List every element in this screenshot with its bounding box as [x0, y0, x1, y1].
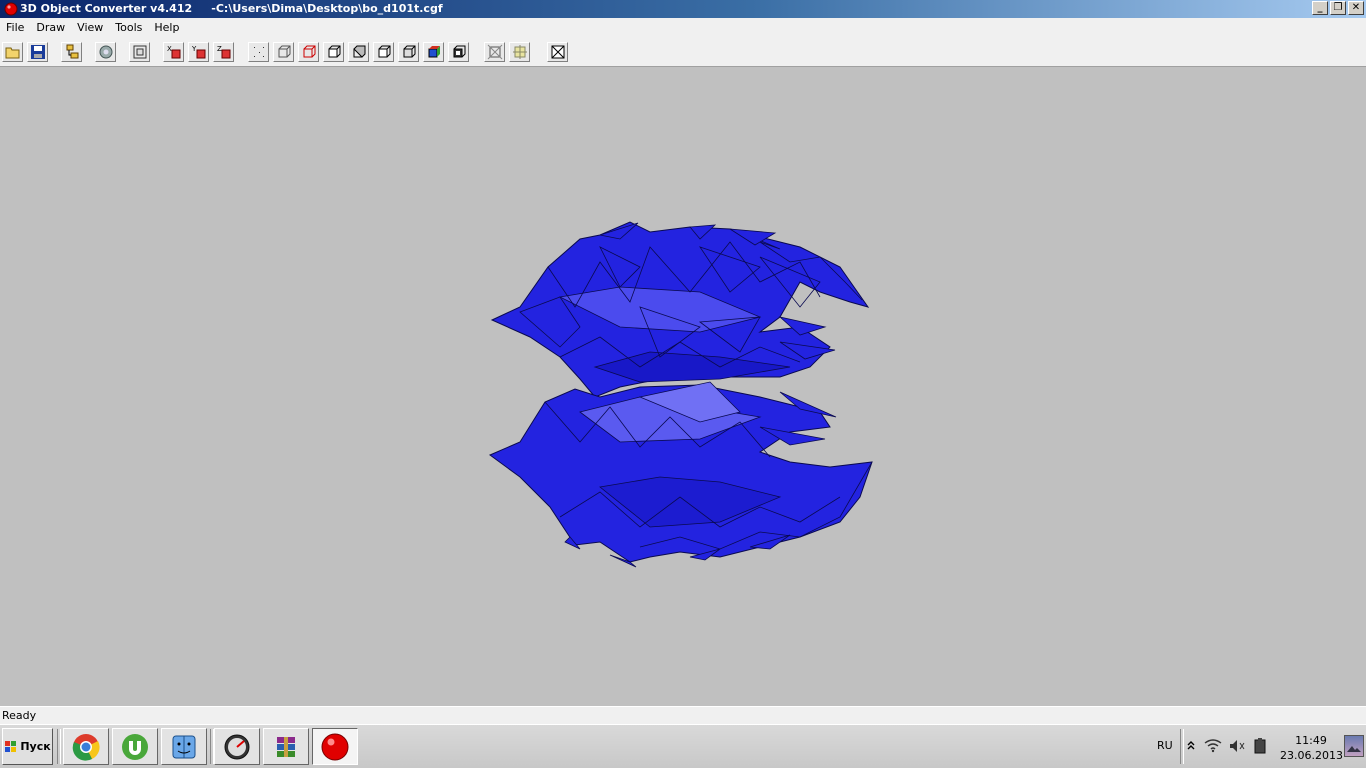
network-icon[interactable] [1204, 739, 1222, 753]
taskbar-finder[interactable] [161, 728, 207, 765]
start-button[interactable]: Пуск [2, 728, 53, 765]
menu-view[interactable]: View [71, 18, 109, 37]
svg-text:Z: Z [217, 45, 222, 53]
power-icon[interactable] [1252, 737, 1268, 755]
color-mode-button[interactable] [423, 42, 444, 62]
toolbar: X Y Z [0, 37, 1366, 67]
scene-tree-button[interactable] [61, 42, 82, 62]
object-converter-icon [321, 733, 349, 760]
language-indicator[interactable]: RU [1157, 739, 1173, 752]
points-mode-icon [253, 47, 264, 57]
gouraud-mode-button[interactable] [373, 42, 394, 62]
desktop-icon [1347, 746, 1361, 752]
wireframe-red-icon [303, 45, 315, 58]
taskbar-winrar[interactable] [263, 728, 309, 765]
status-text: Ready [2, 709, 37, 722]
utorrent-icon [122, 733, 148, 760]
rotate-y-icon: Y [191, 45, 205, 59]
close-view-icon [551, 45, 564, 59]
rotate-z-icon: Z [217, 45, 230, 59]
windows-logo-icon [5, 740, 17, 752]
3d-model-mesh [489, 221, 873, 568]
menu-help[interactable]: Help [148, 18, 185, 37]
3d-viewport[interactable] [0, 67, 1366, 706]
rotate-x-icon: X [167, 45, 180, 59]
start-label: Пуск [20, 740, 51, 753]
menu-bar: File Draw View Tools Help [0, 18, 1366, 37]
svg-text:Y: Y [191, 45, 197, 53]
color-mode-icon [428, 46, 440, 58]
texture-mode-button[interactable] [448, 42, 469, 62]
mesh-upper-half [490, 221, 870, 398]
window-title: 3D Object Converter v4.412 -C:\Users\Dim… [20, 2, 443, 15]
box-mode-button[interactable] [323, 42, 344, 62]
taskbar-speedometer[interactable] [214, 728, 260, 765]
tray-separator [1180, 729, 1184, 764]
rotate-y-button[interactable]: Y [188, 42, 209, 62]
status-bar: Ready [0, 706, 1366, 724]
open-icon [5, 47, 19, 59]
scene-tree-icon [66, 44, 78, 59]
save-icon [30, 45, 45, 59]
close-view-button[interactable] [547, 42, 568, 62]
smooth-mode-button[interactable] [398, 42, 419, 62]
taskbar-utorrent[interactable] [112, 728, 158, 765]
svg-text:X: X [167, 45, 172, 53]
wireframe-mode-icon [278, 45, 290, 58]
bounding-icon [512, 45, 527, 59]
box-mode-icon [328, 45, 340, 58]
maximize-button[interactable]: ❐ [1330, 1, 1346, 15]
taskbar-chrome[interactable] [63, 728, 109, 765]
show-desktop-button[interactable] [1344, 735, 1364, 757]
clock[interactable]: 11:49 23.06.2013 [1280, 733, 1343, 763]
title-bar: 3D Object Converter v4.412 -C:\Users\Dim… [0, 0, 1366, 18]
open-button[interactable] [2, 42, 23, 62]
finder-icon [172, 735, 196, 758]
menu-draw[interactable]: Draw [30, 18, 71, 37]
menu-file[interactable]: File [0, 18, 30, 37]
speedometer-icon [224, 734, 250, 759]
smooth-mode-icon [403, 45, 415, 58]
rotate-z-button[interactable]: Z [213, 42, 234, 62]
clock-date: 23.06.2013 [1280, 749, 1343, 762]
settings-button[interactable] [95, 42, 116, 62]
volume-icon[interactable] [1229, 739, 1245, 753]
rotate-x-button[interactable]: X [163, 42, 184, 62]
zoom-fit-button[interactable] [129, 42, 150, 62]
zoom-fit-icon [133, 45, 146, 59]
normals-icon [487, 44, 502, 60]
clock-time: 11:49 [1295, 734, 1327, 747]
winrar-icon [277, 736, 295, 757]
taskbar-separator [57, 729, 61, 764]
show-hidden-icons-icon[interactable] [1186, 739, 1196, 751]
close-button[interactable]: ✕ [1348, 1, 1364, 15]
bounding-button[interactable] [509, 42, 530, 62]
menu-tools[interactable]: Tools [109, 18, 148, 37]
flat-mode-icon [352, 45, 365, 58]
wireframe-mode-button[interactable] [273, 42, 294, 62]
normals-button[interactable] [484, 42, 505, 62]
minimize-button[interactable]: _ [1312, 1, 1328, 15]
app-icon [4, 2, 18, 16]
texture-mode-icon [453, 45, 465, 58]
taskbar-object-converter[interactable] [312, 728, 358, 765]
gouraud-mode-icon [378, 45, 390, 58]
settings-icon [99, 45, 112, 59]
points-mode-button[interactable] [248, 42, 269, 62]
chrome-icon [72, 733, 100, 761]
wireframe-red-button[interactable] [298, 42, 319, 62]
taskbar: Пуск RU 11:49 23.06.2013 [0, 724, 1366, 768]
save-button[interactable] [27, 42, 48, 62]
flat-mode-button[interactable] [348, 42, 369, 62]
